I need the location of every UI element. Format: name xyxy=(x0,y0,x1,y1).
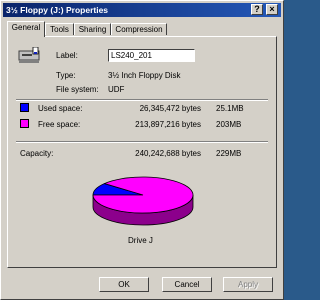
type-caption: Type: xyxy=(56,71,76,80)
file-system-value: UDF xyxy=(108,85,125,94)
capacity-size: 229MB xyxy=(216,149,242,158)
used-space-bytes: 26,345,472 bytes xyxy=(139,104,201,113)
general-tab-panel: Label: LS240_201 Type: 3½ Inch Floppy Di… xyxy=(7,36,277,268)
label-caption: Label: xyxy=(56,51,78,60)
help-button[interactable]: ? xyxy=(251,4,263,15)
used-space-swatch xyxy=(20,103,29,112)
capacity-bytes: 240,242,688 bytes xyxy=(135,149,201,158)
tab-general[interactable]: General xyxy=(7,21,45,37)
tab-compression[interactable]: Compression xyxy=(111,23,167,35)
free-space-size: 203MB xyxy=(216,120,242,129)
ok-button[interactable]: OK xyxy=(99,277,149,292)
properties-dialog: 3½ Floppy (J:) Properties ? × General To… xyxy=(0,0,284,300)
free-space-swatch xyxy=(20,119,29,128)
free-space-caption: Free space: xyxy=(38,120,81,129)
floppy-drive-icon xyxy=(18,47,40,63)
capacity-caption: Capacity: xyxy=(20,149,54,158)
volume-label-input[interactable]: LS240_201 xyxy=(108,49,195,62)
separator-top xyxy=(16,99,268,101)
pie-slice-free-space xyxy=(92,176,194,214)
used-space-size: 25.1MB xyxy=(216,104,244,113)
disk-usage-pie-chart xyxy=(92,176,194,226)
tab-sharing[interactable]: Sharing xyxy=(74,23,111,35)
window-title: 3½ Floppy (J:) Properties xyxy=(6,5,109,15)
tab-tools[interactable]: Tools xyxy=(45,23,74,35)
file-system-caption: File system: xyxy=(56,85,99,94)
drive-label: Drive J xyxy=(128,236,153,245)
cancel-button[interactable]: Cancel xyxy=(162,277,212,292)
apply-button[interactable]: Apply xyxy=(223,277,273,292)
type-value: 3½ Inch Floppy Disk xyxy=(108,71,181,80)
title-bar[interactable]: 3½ Floppy (J:) Properties ? × xyxy=(3,3,281,17)
used-space-caption: Used space: xyxy=(38,104,83,113)
separator-bottom xyxy=(16,141,268,143)
close-button[interactable]: × xyxy=(266,4,278,15)
free-space-bytes: 213,897,216 bytes xyxy=(135,120,201,129)
